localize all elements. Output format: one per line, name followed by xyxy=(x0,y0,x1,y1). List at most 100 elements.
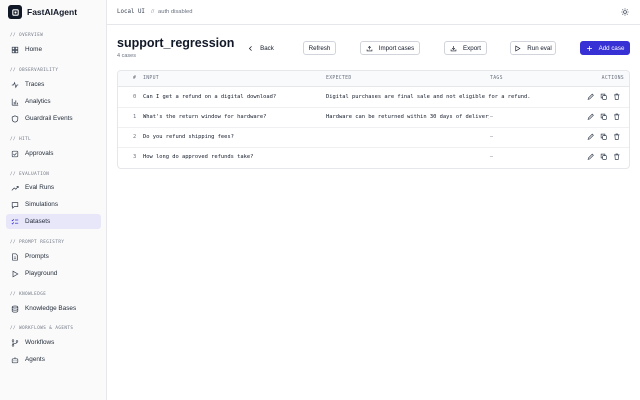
message-icon xyxy=(11,201,19,209)
trash-icon[interactable] xyxy=(613,93,621,101)
database-icon xyxy=(11,305,19,313)
activity-icon xyxy=(11,81,19,89)
row-expected: Digital purchases are final sale and not… xyxy=(326,94,531,100)
section-label-prompt-registry: // PROMPT REGISTRY xyxy=(10,239,65,244)
sidebar-item-workflows[interactable]: Workflows xyxy=(6,335,101,350)
theme-toggle-button[interactable] xyxy=(620,7,630,17)
row-index: 2 xyxy=(133,134,137,140)
chevron-left-icon xyxy=(249,45,252,51)
sidebar-item-simulations[interactable]: Simulations xyxy=(6,197,101,212)
sidebar-item-label: Home xyxy=(25,46,43,53)
brand[interactable]: FastAIAgent xyxy=(8,4,77,20)
row-actions xyxy=(587,133,621,141)
sidebar-item-label: Datasets xyxy=(25,218,51,225)
sidebar-item-guardrail-events[interactable]: Guardrail Events xyxy=(6,111,101,126)
download-icon xyxy=(450,45,457,51)
auth-status: auth disabled xyxy=(158,9,193,15)
back-label: Back xyxy=(260,44,274,52)
export-button[interactable]: Export xyxy=(444,41,487,55)
sidebar-item-knowledge-bases[interactable]: Knowledge Bases xyxy=(6,301,101,316)
run-eval-button[interactable]: Run eval xyxy=(510,41,556,55)
sidebar-item-label: Knowledge Bases xyxy=(25,305,77,312)
section-label-knowledge: // KNOWLEDGE xyxy=(10,291,47,296)
row-tags: — xyxy=(490,134,494,140)
sidebar-item-eval-runs[interactable]: Eval Runs xyxy=(6,180,101,195)
sidebar-item-playground[interactable]: Playground xyxy=(6,266,101,281)
git-branch-icon xyxy=(11,338,19,347)
sidebar-item-label: Analytics xyxy=(25,98,51,105)
trending-up-icon xyxy=(11,184,19,192)
column-header-expected: EXPECTED xyxy=(326,76,352,81)
refresh-label: Refresh xyxy=(308,44,331,52)
check-square-icon xyxy=(11,150,19,158)
add-case-label: Add case xyxy=(598,44,625,52)
table-row[interactable]: 1 What's the return window for hardware?… xyxy=(118,108,629,128)
home-icon xyxy=(11,46,19,54)
column-header-num: # xyxy=(133,76,137,81)
shield-icon xyxy=(11,114,19,123)
section-label-observability: // OBSERVABILITY xyxy=(10,67,59,72)
brand-name: FastAIAgent xyxy=(27,7,78,17)
section-label-workflows-agents: // WORKFLOWS & AGENTS xyxy=(10,325,74,330)
table-header: # INPUT EXPECTED TAGS ACTIONS xyxy=(118,71,629,87)
sidebar-item-label: Guardrail Events xyxy=(25,115,73,122)
row-tags: — xyxy=(490,154,494,160)
bar-chart-icon xyxy=(11,98,19,106)
back-button[interactable]: Back xyxy=(243,41,278,55)
list-check-icon xyxy=(11,218,19,226)
run-eval-label: Run eval xyxy=(527,44,552,52)
row-expected: Hardware can be returned within 30 days … xyxy=(326,114,489,120)
row-index: 0 xyxy=(133,94,137,100)
sidebar-item-approvals[interactable]: Approvals xyxy=(6,146,101,161)
edit-icon[interactable] xyxy=(587,93,595,101)
table-row[interactable]: 0 Can I get a refund on a digital downlo… xyxy=(118,88,629,108)
table-row[interactable]: 2 Do you refund shipping fees? — xyxy=(118,128,629,148)
sidebar-item-prompts[interactable]: Prompts xyxy=(6,249,101,264)
copy-icon[interactable] xyxy=(600,93,608,101)
refresh-button[interactable]: Refresh xyxy=(303,41,336,55)
row-index: 1 xyxy=(133,114,137,120)
page-title: support_regression xyxy=(117,36,235,50)
column-header-tags: TAGS xyxy=(490,76,503,81)
section-label-evaluation: // EVALUATION xyxy=(10,171,50,176)
sidebar-item-agents[interactable]: Agents xyxy=(6,352,101,367)
sidebar-item-label: Approvals xyxy=(25,150,54,157)
plus-icon xyxy=(586,45,592,51)
sidebar-item-traces[interactable]: Traces xyxy=(6,77,101,92)
sidebar-item-home[interactable]: Home xyxy=(6,42,101,57)
import-label: Import cases xyxy=(378,44,415,52)
trash-icon[interactable] xyxy=(613,153,621,161)
trash-icon[interactable] xyxy=(613,133,621,141)
sidebar-item-analytics[interactable]: Analytics xyxy=(6,94,101,109)
case-count: 4 cases xyxy=(117,53,136,59)
topbar: Local UI // auth disabled xyxy=(107,0,640,25)
add-case-button[interactable]: Add case xyxy=(580,41,630,55)
row-input: What's the return window for hardware? xyxy=(143,114,267,120)
edit-icon[interactable] xyxy=(587,153,595,161)
copy-icon[interactable] xyxy=(600,113,608,121)
copy-icon[interactable] xyxy=(600,153,608,161)
logo-icon xyxy=(8,5,22,19)
breadcrumb-separator: // xyxy=(151,9,155,15)
upload-icon xyxy=(366,45,373,51)
sidebar-item-label: Traces xyxy=(25,81,45,88)
file-icon xyxy=(11,252,19,261)
section-label-overview: // OVERVIEW xyxy=(10,32,44,37)
edit-icon[interactable] xyxy=(587,113,595,121)
table-row[interactable]: 3 How long do approved refunds take? — xyxy=(118,148,629,168)
column-header-actions: ACTIONS xyxy=(601,76,624,81)
play-icon xyxy=(515,45,521,51)
cases-table: # INPUT EXPECTED TAGS ACTIONS 0 Can I ge… xyxy=(117,70,630,169)
import-cases-button[interactable]: Import cases xyxy=(360,41,420,55)
copy-icon[interactable] xyxy=(600,133,608,141)
sidebar-item-label: Agents xyxy=(25,356,45,363)
edit-icon[interactable] xyxy=(587,133,595,141)
section-label-hitl: // HITL xyxy=(10,136,32,141)
row-actions xyxy=(587,93,621,101)
row-actions xyxy=(587,153,621,161)
column-header-input: INPUT xyxy=(143,76,159,81)
row-input: Can I get a refund on a digital download… xyxy=(143,94,277,100)
sidebar-item-label: Eval Runs xyxy=(25,184,55,191)
trash-icon[interactable] xyxy=(613,113,621,121)
sidebar-item-datasets[interactable]: Datasets xyxy=(6,214,101,229)
